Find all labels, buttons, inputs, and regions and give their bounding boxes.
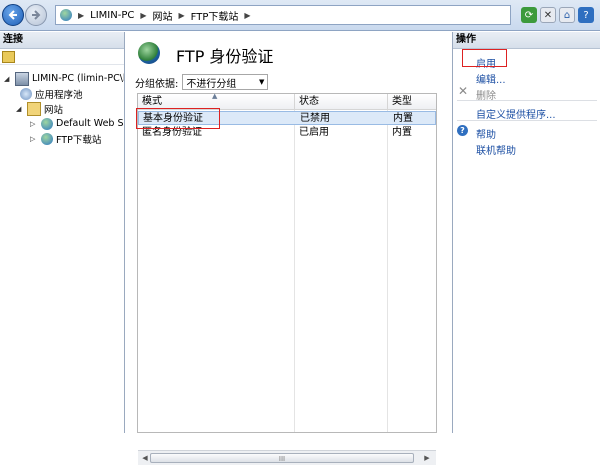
cell-type: 内置 <box>392 127 412 138</box>
actions-header: 操作 <box>453 32 600 49</box>
custom-providers-action[interactable]: 自定义提供程序... <box>476 106 556 121</box>
home-icon[interactable]: ⌂ <box>559 7 575 23</box>
tree-item-sites[interactable]: ◢ 网站 <box>16 101 63 116</box>
column-header-type[interactable]: 类型 <box>388 94 436 110</box>
breadcrumb-separator: ▶ <box>78 10 85 20</box>
actions-pane: 操作 启用 编辑... ✕ 删除 自定义提供程序... ? 帮助 联机帮助 <box>452 32 600 433</box>
help-icon[interactable]: ? <box>578 7 594 23</box>
online-help-action[interactable]: 联机帮助 <box>476 142 516 157</box>
help-icon: ? <box>457 125 468 136</box>
globe-icon <box>60 9 72 21</box>
connect-icon[interactable] <box>2 51 15 63</box>
collapse-icon[interactable]: ◢ <box>4 75 12 83</box>
cell-status: 已禁用 <box>300 113 330 124</box>
expand-icon[interactable]: ▷ <box>30 120 38 128</box>
delete-icon: ✕ <box>458 84 469 98</box>
column-label: 模式 <box>142 96 162 107</box>
column-header-status[interactable]: 状态 <box>295 94 388 110</box>
cell-type: 内置 <box>393 113 413 124</box>
group-by-label: 分组依据: <box>135 78 179 90</box>
help-action[interactable]: 帮助 <box>476 126 496 141</box>
edit-action[interactable]: 编辑... <box>476 71 506 86</box>
breadcrumb-separator: ▶ <box>140 10 147 20</box>
annotation-highlight <box>136 108 220 129</box>
tree-item-default-web-site[interactable]: ▷ Default Web S <box>30 116 124 131</box>
tree-item-label: 应用程序池 <box>35 89 83 101</box>
address-toolbar: ▶ LIMIN-PC ▶ 网站 ▶ FTP下载站 ▶ ⟳ ✕ ⌂ ? <box>0 0 600 31</box>
breadcrumb-separator: ▶ <box>178 10 185 20</box>
server-icon <box>15 71 29 86</box>
forward-button[interactable] <box>25 4 47 26</box>
connections-header: 连接 <box>0 32 124 49</box>
globe-icon <box>41 117 53 130</box>
column-divider <box>387 110 388 432</box>
annotation-highlight <box>462 49 507 67</box>
scroll-left-icon[interactable]: ◀ <box>140 453 150 463</box>
back-button[interactable] <box>2 4 24 26</box>
page-title: FTP 身份验证 <box>176 47 274 66</box>
divider <box>457 100 597 101</box>
chevron-down-icon: ▼ <box>258 78 265 86</box>
connections-toolbar <box>0 49 124 65</box>
breadcrumb-ftp-site[interactable]: FTP下载站 <box>191 8 239 23</box>
back-arrow-icon <box>8 10 17 20</box>
group-by-bar: 分组依据: 不进行分组 ▼ <box>135 73 451 91</box>
feature-page: FTP 身份验证 分组依据: 不进行分组 ▼ 模式 ▲ 状态 类型 基本身份验证… <box>126 32 452 465</box>
tree-item-label: FTP下载站 <box>56 134 102 146</box>
scroll-thumb[interactable]: III <box>150 453 414 463</box>
connections-pane: 连接 ◢ LIMIN-PC (limin-PC\l 应用程序池 ◢ 网站 ▷ D… <box>0 32 125 433</box>
column-divider <box>294 110 295 432</box>
address-bar[interactable]: ▶ LIMIN-PC ▶ 网站 ▶ FTP下载站 ▶ <box>55 5 511 25</box>
group-by-select[interactable]: 不进行分组 ▼ <box>182 74 269 90</box>
stop-icon[interactable]: ✕ <box>540 7 556 23</box>
breadcrumb-separator: ▶ <box>244 10 251 20</box>
expand-icon[interactable]: ▷ <box>30 135 38 143</box>
sync-icon[interactable]: ⟳ <box>521 7 537 23</box>
sites-folder-icon <box>27 101 41 116</box>
divider <box>457 120 597 121</box>
tree-item-ftp-site[interactable]: ▷ FTP下载站 <box>30 131 101 146</box>
scroll-right-icon[interactable]: ▶ <box>422 453 432 463</box>
collapse-icon[interactable]: ◢ <box>16 105 24 113</box>
tree-item-label: 网站 <box>44 104 64 116</box>
globe-icon <box>41 132 53 145</box>
globe-icon <box>138 42 160 64</box>
forward-arrow-icon <box>32 10 41 20</box>
cell-status: 已启用 <box>299 127 329 138</box>
app-pool-icon <box>20 87 32 100</box>
horizontal-scrollbar[interactable]: ◀ III ▶ <box>138 450 436 465</box>
tree-item-app-pools[interactable]: 应用程序池 <box>20 86 83 101</box>
tree-item-label: Default Web S <box>56 118 124 129</box>
breadcrumb-sites[interactable]: 网站 <box>153 8 173 23</box>
auth-list: 模式 ▲ 状态 类型 基本身份验证 已禁用 内置 匿名身份验证 已启用 内置 <box>136 92 437 433</box>
tree-item-label: LIMIN-PC (limin-PC\l <box>32 73 125 84</box>
breadcrumb-limin-pc[interactable]: LIMIN-PC <box>90 10 134 21</box>
sort-arrow-icon: ▲ <box>212 92 218 100</box>
tree-item-server[interactable]: ◢ LIMIN-PC (limin-PC\l <box>4 71 125 86</box>
